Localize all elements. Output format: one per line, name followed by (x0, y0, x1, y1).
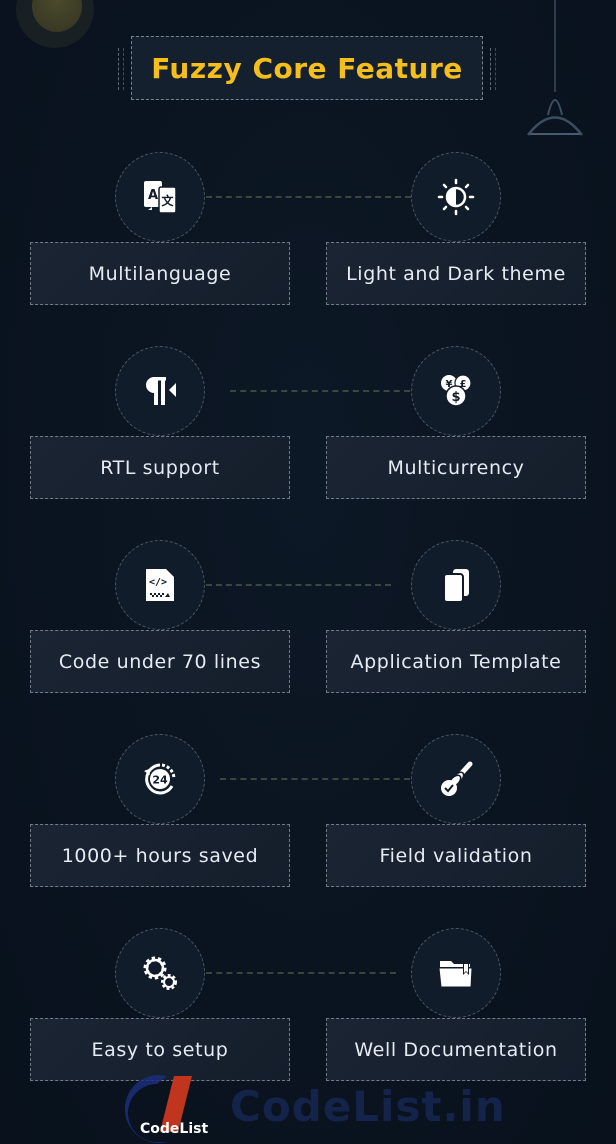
feature-label: RTL support (100, 456, 220, 479)
feature-label: Multicurrency (387, 456, 525, 479)
hanging-lamp-icon (527, 0, 583, 136)
bookmark-folder-icon (438, 961, 473, 988)
feature-icon-circle: </> (115, 540, 205, 630)
feature-icon-circle (115, 346, 205, 436)
feature-label: Well Documentation (354, 1038, 558, 1061)
feature-label: Application Template (350, 650, 562, 673)
feature-card-rtl-support: RTL support (30, 436, 290, 499)
feature-icon-circle: A 文 (115, 152, 205, 242)
translate-icon: A 文 (144, 181, 177, 214)
feature-label: Light and Dark theme (346, 262, 566, 285)
feature-icon-circle: ¥ £ $ (411, 346, 501, 436)
title-box: Fuzzy Core Feature (131, 36, 483, 100)
connector-line (220, 778, 410, 780)
svg-text:£: £ (460, 379, 467, 390)
feature-icon-circle (411, 928, 501, 1018)
connector-line (206, 196, 411, 198)
copy-pages-icon (443, 569, 469, 603)
svg-text:A: A (148, 188, 158, 203)
feature-icon-circle (115, 928, 205, 1018)
feature-card-code-under-70-lines: Code under 70 lines (30, 630, 290, 693)
feature-row: Easy to setup Well Documentation (0, 928, 616, 1088)
svg-text:24: 24 (152, 774, 168, 787)
code-file-icon: </> (146, 569, 174, 601)
feature-icon-circle (411, 152, 501, 242)
validation-brush-icon (441, 761, 473, 796)
feature-card-light-dark-theme: Light and Dark theme (326, 242, 586, 305)
title-side-decoration (490, 48, 496, 90)
feature-label: Easy to setup (91, 1038, 229, 1061)
contrast-sun-icon (437, 178, 475, 216)
connector-line (230, 390, 410, 392)
feature-label: 1000+ hours saved (61, 844, 259, 867)
title-banner: Fuzzy Core Feature (118, 36, 498, 104)
feature-card-field-validation: Field validation (326, 824, 586, 887)
svg-text:$: $ (451, 390, 460, 405)
page-title: Fuzzy Core Feature (151, 51, 463, 85)
feature-label: Field validation (379, 844, 533, 867)
feature-card-multicurrency: Multicurrency (326, 436, 586, 499)
connector-line (206, 584, 391, 586)
watermark: CodeList CodeList.in (112, 1074, 505, 1144)
title-side-decoration (118, 48, 124, 90)
svg-text:文: 文 (161, 193, 174, 208)
24-hours-icon: 24 (144, 763, 176, 795)
feature-card-application-template: Application Template (326, 630, 586, 693)
feature-card-easy-to-setup: Easy to setup (30, 1018, 290, 1081)
feature-card-hours-saved: 1000+ hours saved (30, 824, 290, 887)
svg-text:</>: </> (149, 577, 167, 588)
feature-row: 24 1000+ hours saved Field validation (0, 734, 616, 894)
watermark-site-text: CodeList.in (230, 1082, 506, 1131)
feature-label: Code under 70 lines (58, 650, 262, 673)
feature-row: </> Code under 70 lines Application Temp… (0, 540, 616, 700)
svg-text:¥: ¥ (446, 379, 453, 390)
gears-icon (143, 956, 177, 990)
feature-icon-circle (411, 734, 501, 824)
feature-card-multilanguage: Multilanguage (30, 242, 290, 305)
currency-coins-icon: ¥ £ $ (441, 374, 472, 407)
connector-line (206, 972, 396, 974)
feature-icon-circle (411, 540, 501, 630)
feature-label: Multilanguage (88, 262, 232, 285)
feature-row: A 文 Multilanguage Light and Dark theme (0, 152, 616, 312)
feature-icon-circle: 24 (115, 734, 205, 824)
feature-card-well-documentation: Well Documentation (326, 1018, 586, 1081)
rtl-paragraph-icon (146, 377, 176, 405)
feature-row: RTL support ¥ £ $ Multicurrency (0, 346, 616, 506)
watermark-logo-text: CodeList (140, 1121, 209, 1137)
